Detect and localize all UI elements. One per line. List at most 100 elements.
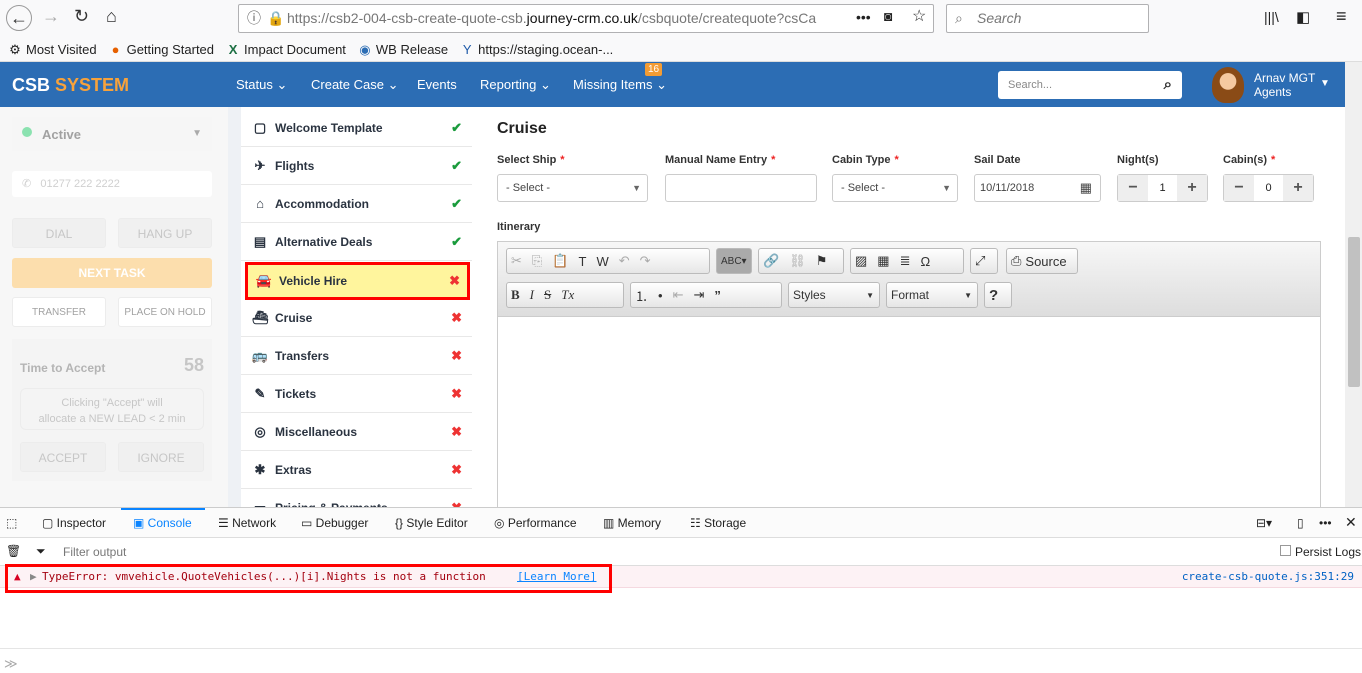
sidebar-item-vehicle-hire[interactable]: 🚘 Vehicle Hire ✖ [245, 262, 470, 300]
strike-icon[interactable]: S [544, 287, 551, 303]
bookmark-most-visited[interactable]: ⚙ Most Visited [8, 42, 96, 58]
accept-button[interactable]: ACCEPT [20, 442, 106, 472]
pocket-icon[interactable]: ◙ [884, 8, 892, 24]
search-icon[interactable]: ⌕ [1164, 71, 1172, 99]
home-button[interactable]: ⌂ [106, 6, 117, 27]
nav-create-case[interactable]: Create Case ⌄ [311, 77, 399, 93]
bookmark-wb-release[interactable]: ◉ WB Release [358, 42, 448, 58]
nav-events[interactable]: Events [417, 77, 457, 92]
tab-performance[interactable]: ◎ Performance [494, 516, 577, 530]
sidebar-toggle-icon[interactable]: ◧ [1296, 8, 1310, 26]
sidebar-item-cruise[interactable]: ⛴ Cruise ✖ [241, 299, 472, 337]
caret-down-icon[interactable]: ▼ [1320, 78, 1330, 89]
format-dropdown[interactable]: Format ▼ [886, 282, 978, 308]
reload-button[interactable]: ↻ [74, 6, 89, 27]
tab-style-editor[interactable]: {} Style Editor [395, 516, 468, 530]
undo-icon[interactable]: ↶ [619, 253, 630, 269]
tab-inspector[interactable]: ▢ Inspector [42, 516, 106, 530]
select-ship-dropdown[interactable]: - Select - ▼ [497, 174, 648, 202]
help-icon[interactable]: ? [984, 282, 1012, 308]
sidebar-item-accommodation[interactable]: ⌂ Accommodation ✔ [241, 185, 472, 223]
library-icon[interactable]: |||\ [1264, 9, 1279, 25]
cabin-type-dropdown[interactable]: - Select - ▼ [832, 174, 958, 202]
cut-icon[interactable]: ✂ [511, 253, 522, 269]
bookmark-staging[interactable]: Yhttps://staging.ocean-... [460, 42, 613, 57]
source-button[interactable]: ⎙ Source [1006, 248, 1078, 274]
dial-button[interactable]: DIAL [12, 218, 106, 248]
table-icon[interactable]: ▦ [877, 253, 889, 269]
close-icon[interactable]: ✕ [1345, 514, 1357, 531]
copy-icon[interactable]: ⎘ [532, 253, 542, 269]
styles-dropdown[interactable]: Styles ▼ [788, 282, 880, 308]
avatar[interactable] [1212, 67, 1244, 103]
bookmark-getting-started[interactable]: ● Getting Started [109, 42, 214, 57]
bookmark-star-icon[interactable]: ☆ [912, 6, 926, 26]
paste-word-icon[interactable]: W [596, 254, 608, 269]
paste-icon[interactable]: 📋 [552, 253, 568, 269]
tab-console[interactable]: ▣ Console [133, 516, 192, 530]
minus-button[interactable]: − [1224, 175, 1254, 201]
ignore-button[interactable]: IGNORE [118, 442, 204, 472]
dock-icon[interactable]: ⊟▾ [1256, 516, 1272, 530]
plus-button[interactable]: + [1283, 175, 1313, 201]
sidebar-item-welcome-template[interactable]: ▢ Welcome Template ✔ [241, 109, 472, 147]
hang-up-button[interactable]: HANG UP [118, 218, 212, 248]
tab-storage[interactable]: ☷ Storage [690, 516, 746, 530]
more-options-icon[interactable]: ••• [1319, 516, 1332, 530]
sidebar-item-miscellaneous[interactable]: ◎ Miscellaneous ✖ [241, 413, 472, 451]
image-icon[interactable]: ▨ [855, 253, 867, 269]
bold-icon[interactable]: B [511, 287, 520, 303]
more-icon[interactable]: ••• [856, 9, 871, 25]
nights-value[interactable]: 1 [1148, 175, 1177, 201]
app-search-input[interactable]: Search... ⌕ [998, 71, 1182, 99]
user-menu[interactable]: Arnav MGT Agents [1254, 71, 1315, 99]
nav-reporting[interactable]: Reporting ⌄ [480, 77, 551, 93]
url-bar[interactable]: ⓘ 🔒 https://csb2-004-csb-create-quote-csb.… [238, 4, 934, 33]
maximize-icon[interactable]: ⤢ [970, 248, 998, 274]
error-source-link[interactable]: create-csb-quote.js:351:29 [1182, 566, 1354, 588]
calendar-icon[interactable]: ▦ [1080, 175, 1092, 201]
logo[interactable]: CSB SYSTEM [12, 75, 129, 96]
trash-icon[interactable]: 🗑 [6, 544, 21, 558]
italic-icon[interactable]: I [530, 287, 534, 303]
place-on-hold-button[interactable]: PLACE ON HOLD [118, 297, 212, 327]
flag-icon[interactable]: ⚑ [816, 253, 828, 269]
outdent-icon[interactable]: ⇤ [673, 287, 684, 303]
blockquote-icon[interactable]: ” [714, 288, 721, 303]
sidebar-item-pricing-payments[interactable]: ▭Pricing & Payments✖ [241, 489, 472, 508]
indent-icon[interactable]: ⇥ [693, 287, 704, 303]
plus-button[interactable]: + [1177, 175, 1207, 201]
browser-search-input[interactable]: ⌕ Search [946, 4, 1149, 33]
back-button[interactable]: ← [6, 5, 32, 31]
sidebar-item-tickets[interactable]: ✎ Tickets ✖ [241, 375, 472, 413]
info-icon[interactable]: ⓘ [247, 5, 261, 32]
sidebar-item-transfers[interactable]: 🚌 Transfers ✖ [241, 337, 472, 375]
status-select[interactable]: Active ▼ [12, 117, 212, 151]
cabins-value[interactable]: 0 [1254, 175, 1283, 201]
link-icon[interactable]: 🔗 [763, 253, 779, 269]
split-console-icon[interactable]: ▯ [1297, 516, 1304, 530]
menu-icon[interactable]: ≡ [1336, 6, 1347, 27]
bullet-list-icon[interactable]: • [658, 288, 663, 303]
sidebar-item-alternative-deals[interactable]: ▤ Alternative Deals ✔ [241, 223, 472, 261]
nav-status[interactable]: Status ⌄ [236, 77, 287, 93]
sidebar-item-extras[interactable]: ✱ Extras ✖ [241, 451, 472, 489]
next-task-button[interactable]: NEXT TASK [12, 258, 212, 288]
numbered-list-icon[interactable]: ⒈ [635, 286, 648, 305]
tab-network[interactable]: ☰ Network [218, 516, 276, 530]
remove-format-icon[interactable]: Tx [561, 287, 574, 303]
editor-content[interactable] [498, 317, 1320, 507]
manual-name-input[interactable] [665, 174, 817, 202]
tab-debugger[interactable]: ▭ Debugger [301, 516, 368, 530]
unlink-icon[interactable]: ⛓ [789, 253, 806, 269]
transfer-button[interactable]: TRANSFER [12, 297, 106, 327]
redo-icon[interactable]: ↷ [640, 253, 651, 269]
bookmark-impact-document[interactable]: X Impact Document [226, 42, 346, 57]
spellcheck-icon[interactable]: ABC▾ [716, 248, 752, 274]
omega-icon[interactable]: Ω [921, 254, 931, 269]
horizontal-rule-icon[interactable]: ≣ [900, 253, 911, 269]
forward-button[interactable]: → [42, 6, 60, 27]
tab-memory[interactable]: ▥ Memory [603, 516, 661, 530]
minus-button[interactable]: − [1118, 175, 1148, 201]
scrollbar-thumb[interactable] [1348, 237, 1360, 387]
